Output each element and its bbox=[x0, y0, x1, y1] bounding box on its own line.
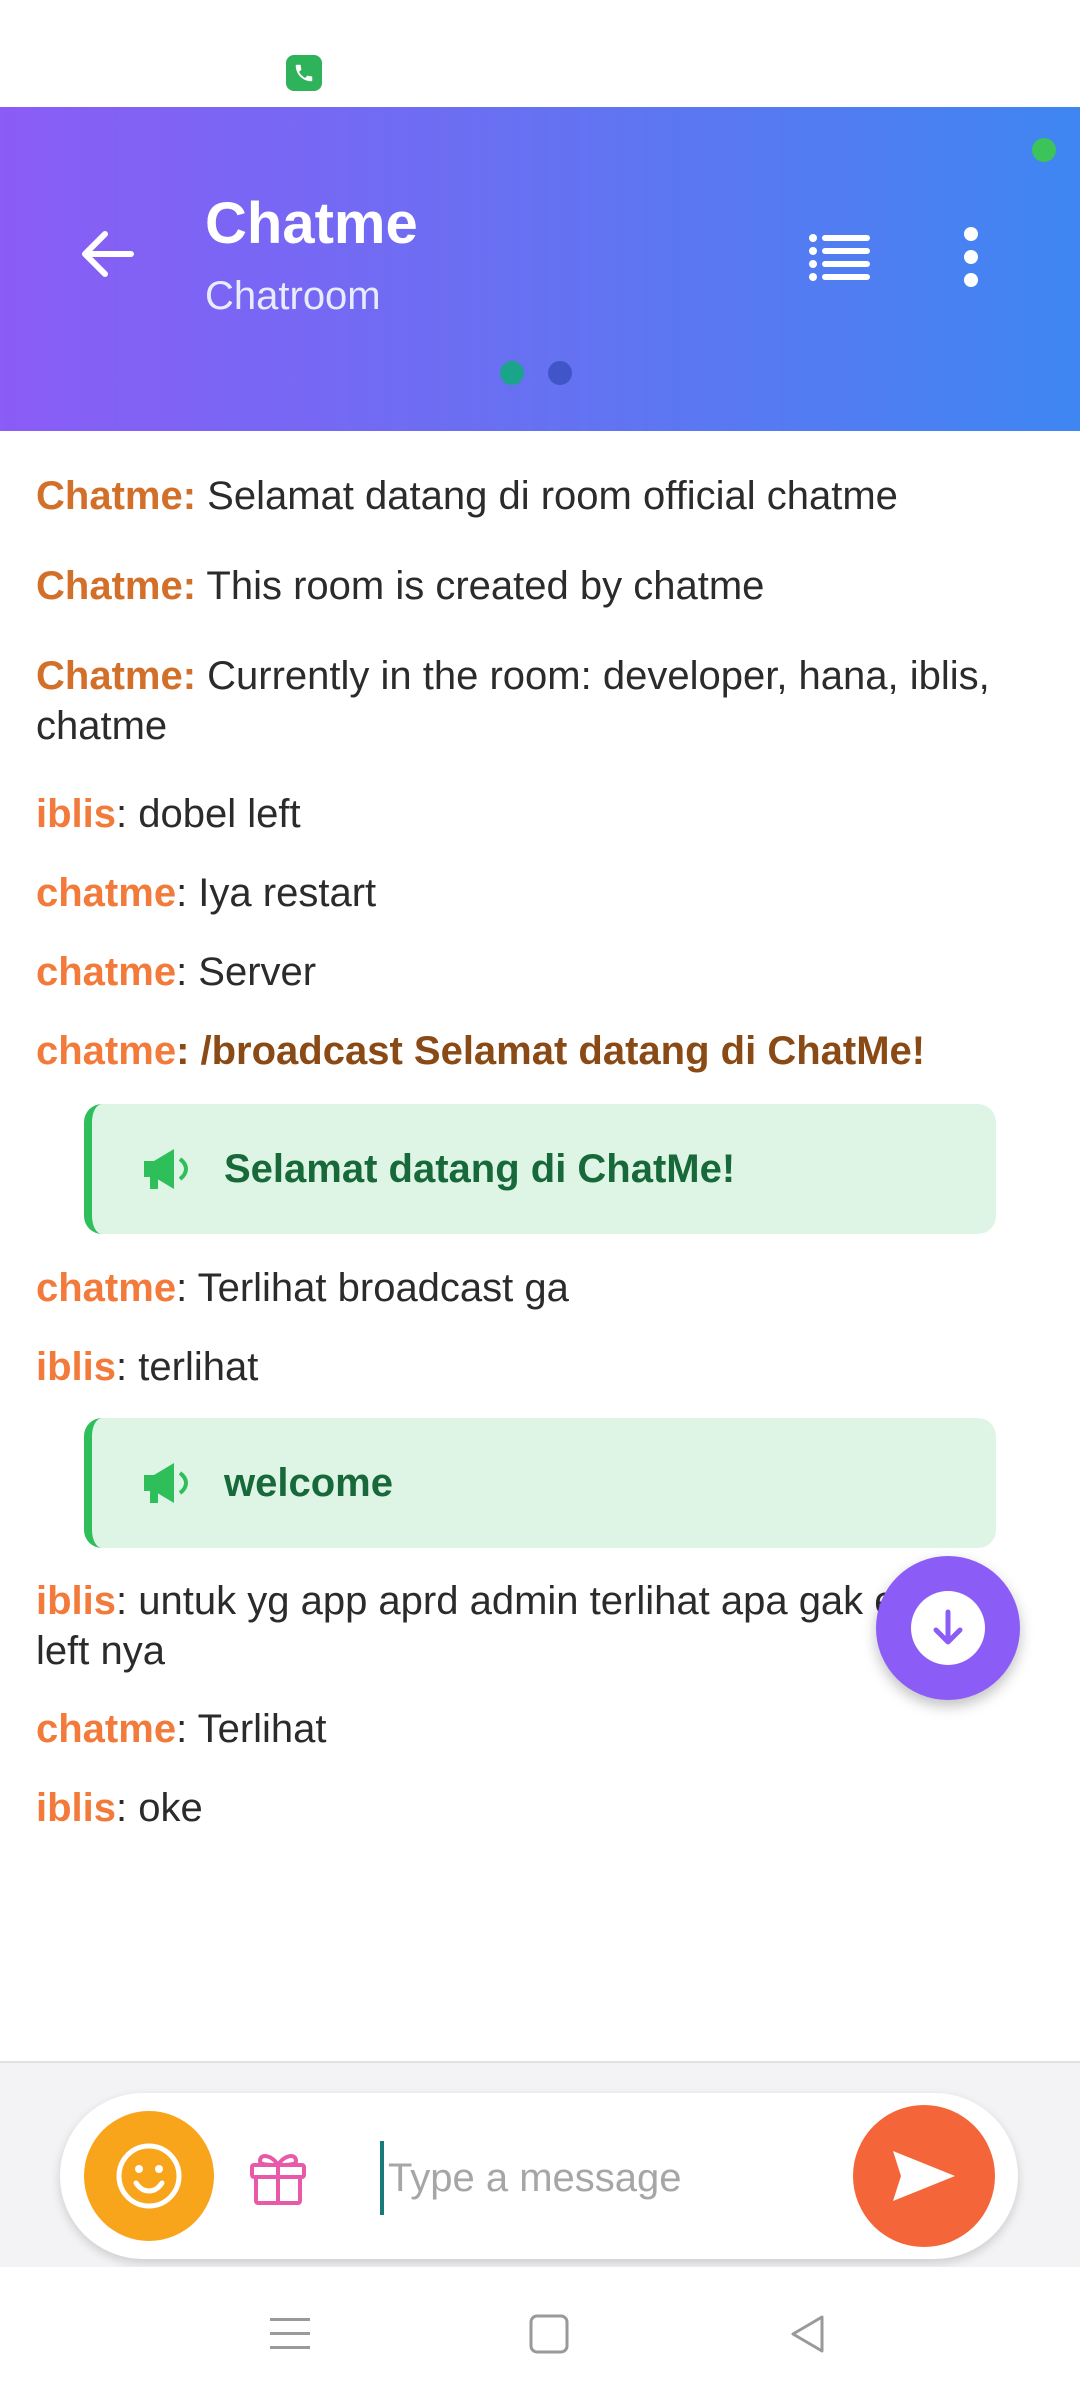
send-icon bbox=[893, 2151, 955, 2201]
message-item: chatme: /broadcast Selamat datang di Cha… bbox=[36, 1026, 1026, 1076]
phone-icon bbox=[295, 64, 313, 82]
megaphone-icon bbox=[142, 1145, 194, 1193]
message-sender: Chatme: bbox=[36, 474, 197, 518]
menu-icon bbox=[270, 2318, 310, 2349]
more-vertical-icon bbox=[964, 227, 978, 287]
room-title: Chatme bbox=[205, 191, 418, 256]
message-sender[interactable]: chatme bbox=[36, 1266, 176, 1310]
message-text: : /broadcast Selamat datang di ChatMe! bbox=[176, 1029, 926, 1073]
back-button[interactable] bbox=[70, 217, 144, 291]
message-item: chatme: Server bbox=[36, 947, 1026, 997]
status-bar bbox=[0, 0, 1080, 107]
megaphone-icon bbox=[142, 1459, 194, 1507]
message-text: : oke bbox=[116, 1786, 203, 1830]
back-nav-button[interactable] bbox=[778, 2307, 838, 2361]
message-sender: Chatme: bbox=[36, 564, 197, 608]
message-input[interactable] bbox=[380, 2141, 860, 2215]
composer-area bbox=[0, 2061, 1080, 2269]
user-list-button[interactable] bbox=[800, 225, 880, 289]
message-sender: Chatme: bbox=[36, 654, 197, 698]
back-triangle-icon bbox=[791, 2315, 824, 2353]
message-text: : Iya restart bbox=[176, 871, 377, 915]
message-sender[interactable]: chatme bbox=[36, 950, 176, 994]
page-dot[interactable] bbox=[548, 361, 572, 385]
message-list[interactable]: Chatme: Selamat datang di room official … bbox=[0, 431, 1080, 2061]
room-subtitle: Chatroom bbox=[205, 274, 381, 318]
message-text: : terlihat bbox=[116, 1345, 259, 1389]
message-sender[interactable]: chatme bbox=[36, 871, 176, 915]
message-sender[interactable]: iblis bbox=[36, 792, 116, 836]
message-item: Chatme: This room is created by chatme bbox=[36, 561, 1026, 611]
message-item: iblis: oke bbox=[36, 1783, 1026, 1833]
back-arrow-icon bbox=[82, 231, 134, 277]
broadcast-card: welcome bbox=[84, 1418, 996, 1548]
page-indicator bbox=[500, 361, 572, 385]
message-item: Chatme: Selamat datang di room official … bbox=[36, 471, 1026, 521]
message-sender[interactable]: iblis bbox=[36, 1786, 116, 1830]
user-list-icon bbox=[809, 234, 870, 281]
message-sender[interactable]: chatme bbox=[36, 1707, 176, 1751]
message-text: : Terlihat bbox=[176, 1707, 327, 1751]
home-square-icon bbox=[529, 2314, 569, 2354]
message-sender[interactable]: iblis bbox=[36, 1579, 116, 1623]
message-item: chatme: Terlihat bbox=[36, 1704, 1026, 1754]
arrow-down-icon bbox=[933, 1609, 963, 1645]
scroll-fab-inner bbox=[911, 1591, 985, 1665]
system-navigation-bar bbox=[0, 2267, 1080, 2400]
message-text: Selamat datang di room official chatme bbox=[196, 474, 898, 518]
home-button[interactable] bbox=[519, 2307, 579, 2361]
message-text: : Terlihat broadcast ga bbox=[176, 1266, 569, 1310]
message-item: Chatme: Currently in the room: developer… bbox=[36, 651, 1026, 751]
message-text: : untuk yg app aprd admin terlihat apa g… bbox=[36, 1579, 966, 1673]
more-options-button[interactable] bbox=[945, 217, 997, 297]
send-button[interactable] bbox=[853, 2105, 995, 2247]
emoji-icon bbox=[116, 2143, 182, 2209]
message-item: chatme: Terlihat broadcast ga bbox=[36, 1263, 1026, 1313]
online-status-dot bbox=[1032, 138, 1056, 162]
emoji-button[interactable] bbox=[84, 2111, 214, 2241]
ongoing-call-indicator[interactable] bbox=[286, 55, 322, 91]
broadcast-card: Selamat datang di ChatMe! bbox=[84, 1104, 996, 1234]
message-item: iblis: dobel left bbox=[36, 789, 1026, 839]
message-item: chatme: Iya restart bbox=[36, 868, 1026, 918]
scroll-to-bottom-button[interactable] bbox=[876, 1556, 1020, 1700]
message-text: This room is created by chatme bbox=[196, 564, 765, 608]
page-dot-active[interactable] bbox=[500, 361, 524, 385]
recent-apps-button[interactable] bbox=[260, 2307, 320, 2361]
broadcast-text: Selamat datang di ChatMe! bbox=[224, 1146, 736, 1191]
gift-button[interactable] bbox=[246, 2143, 310, 2209]
message-sender[interactable]: iblis bbox=[36, 1345, 116, 1389]
message-item: iblis: terlihat bbox=[36, 1342, 1026, 1392]
chat-header: Chatme Chatroom bbox=[0, 107, 1080, 431]
message-sender[interactable]: chatme bbox=[36, 1029, 176, 1073]
message-composer bbox=[60, 2093, 1018, 2259]
broadcast-text: welcome bbox=[224, 1460, 393, 1505]
message-text: : dobel left bbox=[116, 792, 301, 836]
message-text: : Server bbox=[176, 950, 317, 994]
gift-icon bbox=[250, 2154, 306, 2205]
